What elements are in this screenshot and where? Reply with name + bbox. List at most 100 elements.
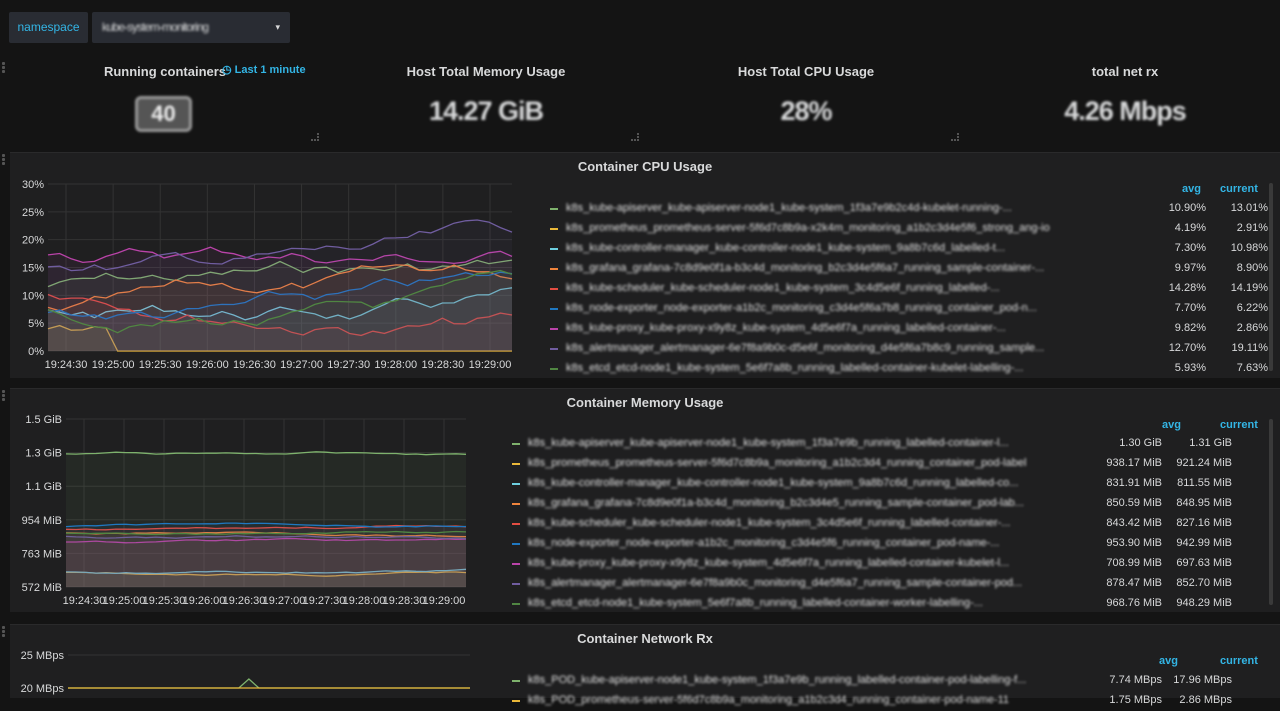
legend-current: 17.96 MBps (1173, 674, 1232, 686)
legend-item[interactable]: k8s_kube-apiserver_kube-apiserver-node1_… (512, 434, 1262, 454)
legend-current: 2.91% (1236, 222, 1268, 234)
y-tick-label: 5% (28, 318, 44, 330)
x-tick-label: 19:26:00 (183, 595, 226, 607)
namespace-label: namespace (9, 12, 88, 43)
legend-item[interactable]: k8s_alertmanager_alertmanager-6e7f8a9b0c… (512, 574, 1262, 594)
legend-item[interactable]: k8s_prometheus_prometheus-server-5f6d7c8… (512, 454, 1262, 474)
x-tick-label: 19:28:30 (421, 359, 464, 371)
stat-value: 28% (780, 96, 832, 126)
legend-name: k8s_grafana_grafana-7c8d9e0f1a-b3c4d_mon… (566, 262, 1045, 274)
legend-swatch (550, 288, 558, 290)
legend-name: k8s_grafana_grafana-7c8d9e0f1a-b3c4d_mon… (528, 497, 1024, 509)
legend-scrollbar[interactable] (1269, 183, 1273, 371)
row-drag-handle[interactable] (2, 390, 6, 402)
legend-item[interactable]: k8s_kube-proxy_kube-proxy-x9y8z_kube-sys… (512, 554, 1262, 574)
legend-name: k8s_kube-controller-manager_kube-control… (566, 242, 1006, 254)
x-tick-label: 19:28:00 (374, 359, 417, 371)
legend-avg: 12.70% (1168, 342, 1206, 354)
y-tick-label: 0% (28, 346, 44, 358)
legend-swatch (512, 603, 520, 605)
resize-handle[interactable] (951, 133, 959, 141)
legend-current: 827.16 MiB (1176, 517, 1232, 529)
row-drag-handle[interactable] (2, 62, 6, 74)
legend-swatch (512, 503, 520, 505)
legend-item[interactable]: k8s_prometheus_prometheus-server-5f6d7c8… (550, 219, 1270, 239)
legend-item[interactable]: k8s_node-exporter_node-exporter-a1b2c_mo… (550, 299, 1270, 319)
legend-avg-header[interactable]: avg (1162, 419, 1181, 431)
legend-item[interactable]: k8s_kube-scheduler_kube-scheduler-node1_… (512, 514, 1262, 534)
row-drag-handle[interactable] (2, 626, 6, 638)
legend-item[interactable]: k8s_POD_prometheus-server-5f6d7c8b9a_mon… (512, 691, 1262, 711)
y-tick-label: 20 MBps (21, 683, 65, 695)
legend-name: k8s_etcd_etcd-node1_kube-system_5e6f7a8b… (566, 362, 1024, 374)
legend-current: 7.63% (1236, 362, 1268, 374)
legend-avg: 878.47 MiB (1106, 577, 1162, 589)
x-tick-label: 19:25:30 (143, 595, 186, 607)
legend-avg-header[interactable]: avg (1159, 655, 1178, 667)
row-drag-handle[interactable] (2, 154, 6, 166)
x-tick-label: 19:27:30 (327, 359, 370, 371)
legend-swatch (512, 680, 520, 682)
stat-title: total net rx (1091, 64, 1159, 79)
legend-swatch (512, 563, 520, 565)
x-tick-label: 19:24:30 (45, 359, 88, 371)
namespace-select[interactable]: kube-system-monitoring ▾ (92, 12, 290, 43)
legend-avg: 1.30 GiB (1119, 437, 1162, 449)
legend-item[interactable]: k8s_etcd_etcd-node1_kube-system_5e6f7a8b… (550, 359, 1270, 379)
legend-item[interactable]: k8s_grafana_grafana-7c8d9e0f1a-b3c4d_mon… (512, 494, 1262, 514)
legend-swatch (550, 268, 558, 270)
stat-host-cpu: Host Total CPU Usage 28% (650, 60, 962, 144)
stat-value: 40 (151, 101, 176, 126)
resize-handle[interactable] (631, 133, 639, 141)
legend-current: 2.86% (1236, 322, 1268, 334)
legend-current-header[interactable]: current (1220, 183, 1258, 195)
legend-swatch (512, 523, 520, 525)
legend-scrollbar[interactable] (1269, 419, 1273, 605)
legend-current-header[interactable]: current (1220, 655, 1258, 667)
legend-avg-header[interactable]: avg (1182, 183, 1201, 195)
y-tick-label: 1.5 GiB (25, 414, 62, 426)
legend-item[interactable]: k8s_kube-controller-manager_kube-control… (550, 239, 1270, 259)
x-tick-label: 19:29:00 (469, 359, 512, 371)
x-tick-label: 19:24:30 (63, 595, 106, 607)
time-info: ◷ Last 1 minute (222, 63, 306, 76)
legend-current: 948.29 MiB (1176, 597, 1232, 609)
legend-name: k8s_prometheus_prometheus-server-5f6d7c8… (566, 222, 1050, 234)
legend-avg: 938.17 MiB (1106, 457, 1162, 469)
stat-value-box: 40 (135, 96, 192, 132)
clock-icon: ◷ (222, 64, 232, 76)
legend-avg: 4.19% (1174, 222, 1206, 234)
legend-current: 942.99 MiB (1176, 537, 1232, 549)
legend-current: 19.11% (1231, 342, 1269, 354)
legend-current: 697.63 MiB (1176, 557, 1232, 569)
series-line[interactable] (68, 678, 470, 689)
legend-item[interactable]: k8s_POD_kube-apiserver-node1_kube-system… (512, 671, 1262, 691)
legend-item[interactable]: k8s_kube-controller-manager_kube-control… (512, 474, 1262, 494)
legend-item[interactable]: k8s_etcd_etcd-node1_kube-system_5e6f7a8b… (512, 594, 1262, 614)
legend-item[interactable]: k8s_node-exporter_node-exporter-a1b2c_mo… (512, 534, 1262, 554)
y-tick-label: 1.1 GiB (25, 481, 62, 493)
legend-item[interactable]: k8s_kube-scheduler_kube-scheduler-node1_… (550, 279, 1270, 299)
legend-name: k8s_kube-proxy_kube-proxy-x9y8z_kube-sys… (566, 322, 1006, 334)
legend-current: 6.22% (1236, 302, 1268, 314)
legend-item[interactable]: k8s_kube-apiserver_kube-apiserver-node1_… (550, 199, 1270, 219)
legend-swatch (550, 228, 558, 230)
legend-name: k8s_kube-proxy_kube-proxy-x9y8z_kube-sys… (528, 557, 1010, 569)
legend-current-header[interactable]: current (1220, 419, 1258, 431)
legend-name: k8s_kube-apiserver_kube-apiserver-node1_… (566, 202, 1012, 214)
legend-item[interactable]: k8s_grafana_grafana-7c8d9e0f1a-b3c4d_mon… (550, 259, 1270, 279)
legend-avg: 831.91 MiB (1106, 477, 1162, 489)
legend-item[interactable]: k8s_kube-proxy_kube-proxy-x9y8z_kube-sys… (550, 319, 1270, 339)
resize-handle[interactable] (311, 133, 319, 141)
x-tick-label: 19:29:00 (423, 595, 466, 607)
legend-current: 14.19% (1230, 282, 1268, 294)
legend-avg: 968.76 MiB (1106, 597, 1162, 609)
network-rx-panel: Container Network Rx 25 MBps 20 MBps avg … (10, 624, 1280, 706)
stat-host-memory: Host Total Memory Usage 14.27 GiB (330, 60, 642, 144)
stat-value: 4.26 Mbps (1064, 96, 1187, 126)
legend-name: k8s_node-exporter_node-exporter-a1b2c_mo… (528, 537, 1000, 549)
x-tick-label: 19:26:30 (223, 595, 266, 607)
legend-name: k8s_node-exporter_node-exporter-a1b2c_mo… (566, 302, 1037, 314)
legend-item[interactable]: k8s_alertmanager_alertmanager-6e7f8a9b0c… (550, 339, 1270, 359)
legend-current: 848.95 MiB (1176, 497, 1232, 509)
